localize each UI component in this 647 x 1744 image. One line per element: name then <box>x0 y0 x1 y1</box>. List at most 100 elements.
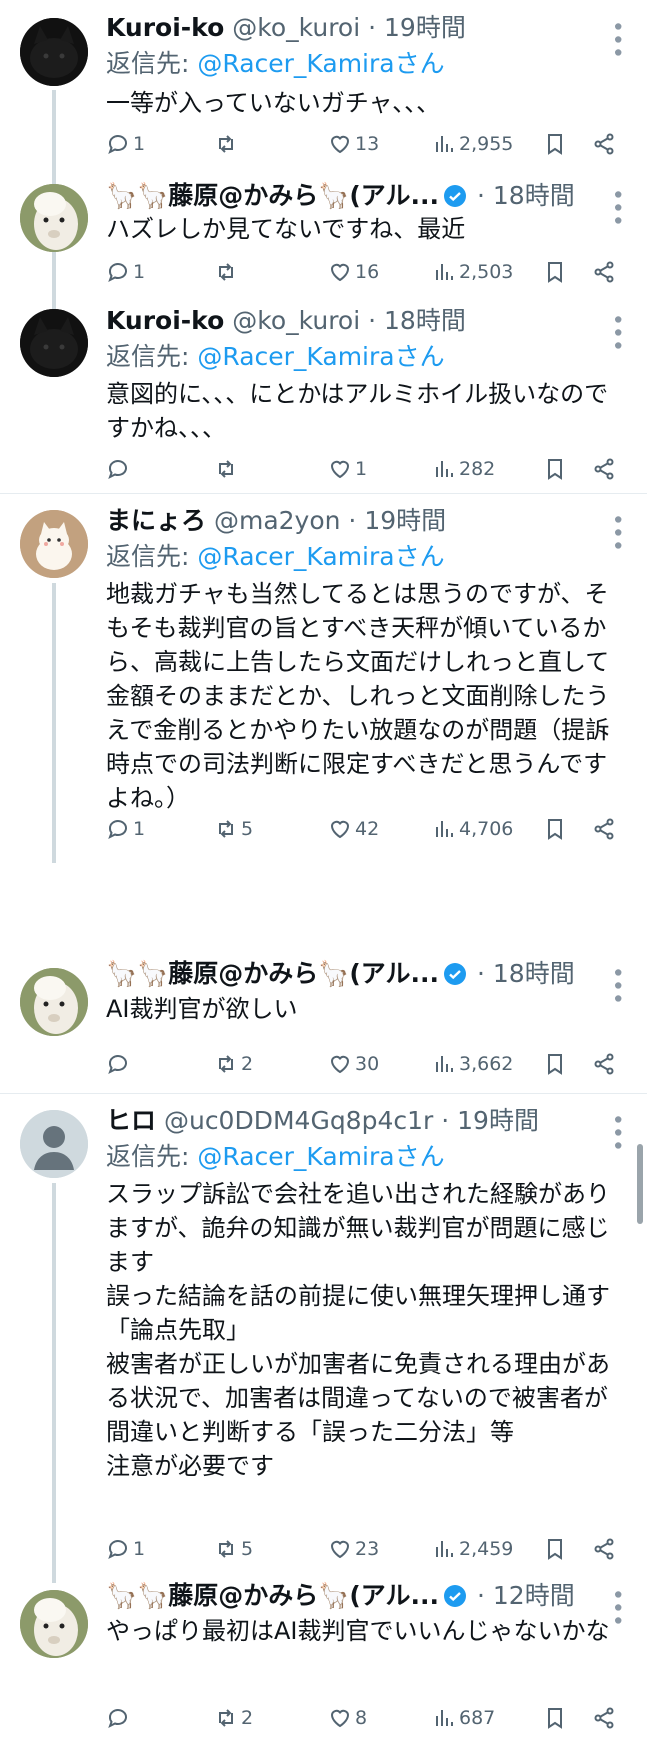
heart-icon <box>330 263 350 282</box>
verified-badge-icon <box>444 185 467 207</box>
timestamp[interactable]: 12時間 <box>493 1581 575 1610</box>
reply-button[interactable]: 1 <box>106 256 145 288</box>
display-name[interactable]: Kuroi-ko <box>106 306 224 335</box>
user-handle[interactable]: @ko_kuroi <box>232 306 360 335</box>
more-options-icon[interactable]: ••• <box>604 1113 629 1152</box>
user-handle[interactable]: @ko_kuroi <box>232 13 360 42</box>
views-button[interactable]: 4,706 <box>432 813 513 845</box>
timestamp[interactable]: 18時間 <box>493 959 575 988</box>
more-options-icon[interactable]: ••• <box>604 313 629 352</box>
reply-button[interactable]: 1 <box>106 128 145 160</box>
reply-count: 1 <box>133 1538 146 1560</box>
like-button[interactable]: 23 <box>328 1533 379 1565</box>
scrollbar[interactable] <box>637 1144 643 1224</box>
display-name[interactable]: まにょろ <box>106 506 206 535</box>
views-button[interactable]: 687 <box>432 1702 495 1734</box>
views-button[interactable]: 282 <box>432 453 495 485</box>
like-button[interactable]: 16 <box>328 256 379 288</box>
bookmark-button[interactable] <box>543 1048 567 1080</box>
like-button[interactable]: 13 <box>328 128 379 160</box>
avatar[interactable] <box>20 510 88 578</box>
timestamp[interactable]: 18時間 <box>384 306 466 335</box>
verified-badge-icon <box>444 1585 467 1607</box>
bookmark-button[interactable] <box>543 1702 567 1734</box>
divider <box>0 493 647 494</box>
retweet-button[interactable]: 5 <box>214 813 253 845</box>
like-button[interactable]: 42 <box>328 813 379 845</box>
avatar[interactable] <box>20 184 88 252</box>
display-name[interactable]: ヒロ <box>106 1106 156 1135</box>
reply-to-mention[interactable]: @Racer_Kamiraさん <box>197 542 444 571</box>
display-name[interactable]: 🦙🦙藤原@かみら🦙(アル... <box>106 181 439 210</box>
retweet-button[interactable] <box>214 128 241 160</box>
bookmark-button[interactable] <box>543 813 567 845</box>
avatar[interactable] <box>20 18 88 86</box>
share-button[interactable] <box>592 128 616 160</box>
share-button[interactable] <box>592 1048 616 1080</box>
avatar[interactable] <box>20 968 88 1036</box>
bookmark-icon <box>548 459 562 480</box>
reply-to-mention[interactable]: @Racer_Kamiraさん <box>197 342 444 371</box>
bookmark-button[interactable] <box>543 256 567 288</box>
retweet-icon <box>219 1540 233 1558</box>
heart-icon <box>330 135 350 154</box>
user-handle[interactable]: @ma2yon <box>214 506 341 535</box>
timestamp[interactable]: 19時間 <box>384 13 466 42</box>
views-button[interactable]: 2,955 <box>432 128 513 160</box>
thread-line <box>52 248 56 318</box>
display-name[interactable]: 🦙🦙藤原@かみら🦙(アル... <box>106 959 439 988</box>
views-button[interactable]: 2,459 <box>432 1533 513 1565</box>
more-options-icon[interactable]: ••• <box>604 513 629 552</box>
timestamp[interactable]: 18時間 <box>493 181 575 210</box>
share-icon <box>594 1707 614 1729</box>
reply-icon <box>108 1540 127 1560</box>
avatar[interactable] <box>20 1110 88 1178</box>
share-button[interactable] <box>592 1533 616 1565</box>
dot-separator: · <box>340 506 365 535</box>
tweet-header: Kuroi-ko @ko_kuroi · 19時間 <box>106 12 466 44</box>
bookmark-button[interactable] <box>543 453 567 485</box>
tweet-text: スラップ訴訟で会社を追い出された経験がありますが、詭弁の知識が無い裁判官が問題に… <box>106 1180 610 1480</box>
like-button[interactable]: 30 <box>328 1048 379 1080</box>
retweet-button[interactable] <box>214 256 241 288</box>
reply-button[interactable] <box>106 1702 133 1734</box>
share-button[interactable] <box>592 453 616 485</box>
like-count: 42 <box>355 818 380 840</box>
dot-separator: · <box>360 306 385 335</box>
reply-button[interactable] <box>106 453 133 485</box>
views-button[interactable]: 3,662 <box>432 1048 513 1080</box>
display-name[interactable]: Kuroi-ko <box>106 13 224 42</box>
retweet-button[interactable]: 2 <box>214 1048 253 1080</box>
reply-to-label: 返信先: <box>106 49 198 78</box>
reply-icon <box>108 135 127 155</box>
display-name[interactable]: 🦙🦙藤原@かみら🦙(アル... <box>106 1581 439 1610</box>
bookmark-button[interactable] <box>543 128 567 160</box>
like-button[interactable]: 8 <box>328 1702 367 1734</box>
timestamp[interactable]: 19時間 <box>457 1106 539 1135</box>
reply-button[interactable]: 1 <box>106 1533 145 1565</box>
avatar[interactable] <box>20 309 88 377</box>
retweet-button[interactable]: 2 <box>214 1702 253 1734</box>
like-count: 13 <box>355 133 380 155</box>
tweet-actions: 2 8 687 <box>106 1702 626 1734</box>
views-button[interactable]: 2,503 <box>432 256 513 288</box>
share-button[interactable] <box>592 1702 616 1734</box>
timestamp[interactable]: 19時間 <box>364 506 446 535</box>
verified-badge-icon <box>444 963 467 985</box>
reply-button[interactable]: 1 <box>106 813 145 845</box>
retweet-button[interactable] <box>214 453 241 485</box>
bookmark-button[interactable] <box>543 1533 567 1565</box>
share-button[interactable] <box>592 256 616 288</box>
avatar[interactable] <box>20 1590 88 1658</box>
view-count: 2,955 <box>459 133 514 155</box>
share-button[interactable] <box>592 813 616 845</box>
reply-to-mention[interactable]: @Racer_Kamiraさん <box>197 49 444 78</box>
more-options-icon[interactable]: ••• <box>604 20 629 59</box>
like-button[interactable]: 1 <box>328 453 367 485</box>
thread-line <box>52 1183 56 1583</box>
reply-to-mention[interactable]: @Racer_Kamiraさん <box>197 1142 444 1171</box>
reply-button[interactable] <box>106 1048 133 1080</box>
retweet-button[interactable]: 5 <box>214 1533 253 1565</box>
heart-icon <box>330 1540 350 1559</box>
user-handle[interactable]: @uc0DDM4Gq8p4c1r <box>164 1106 433 1135</box>
